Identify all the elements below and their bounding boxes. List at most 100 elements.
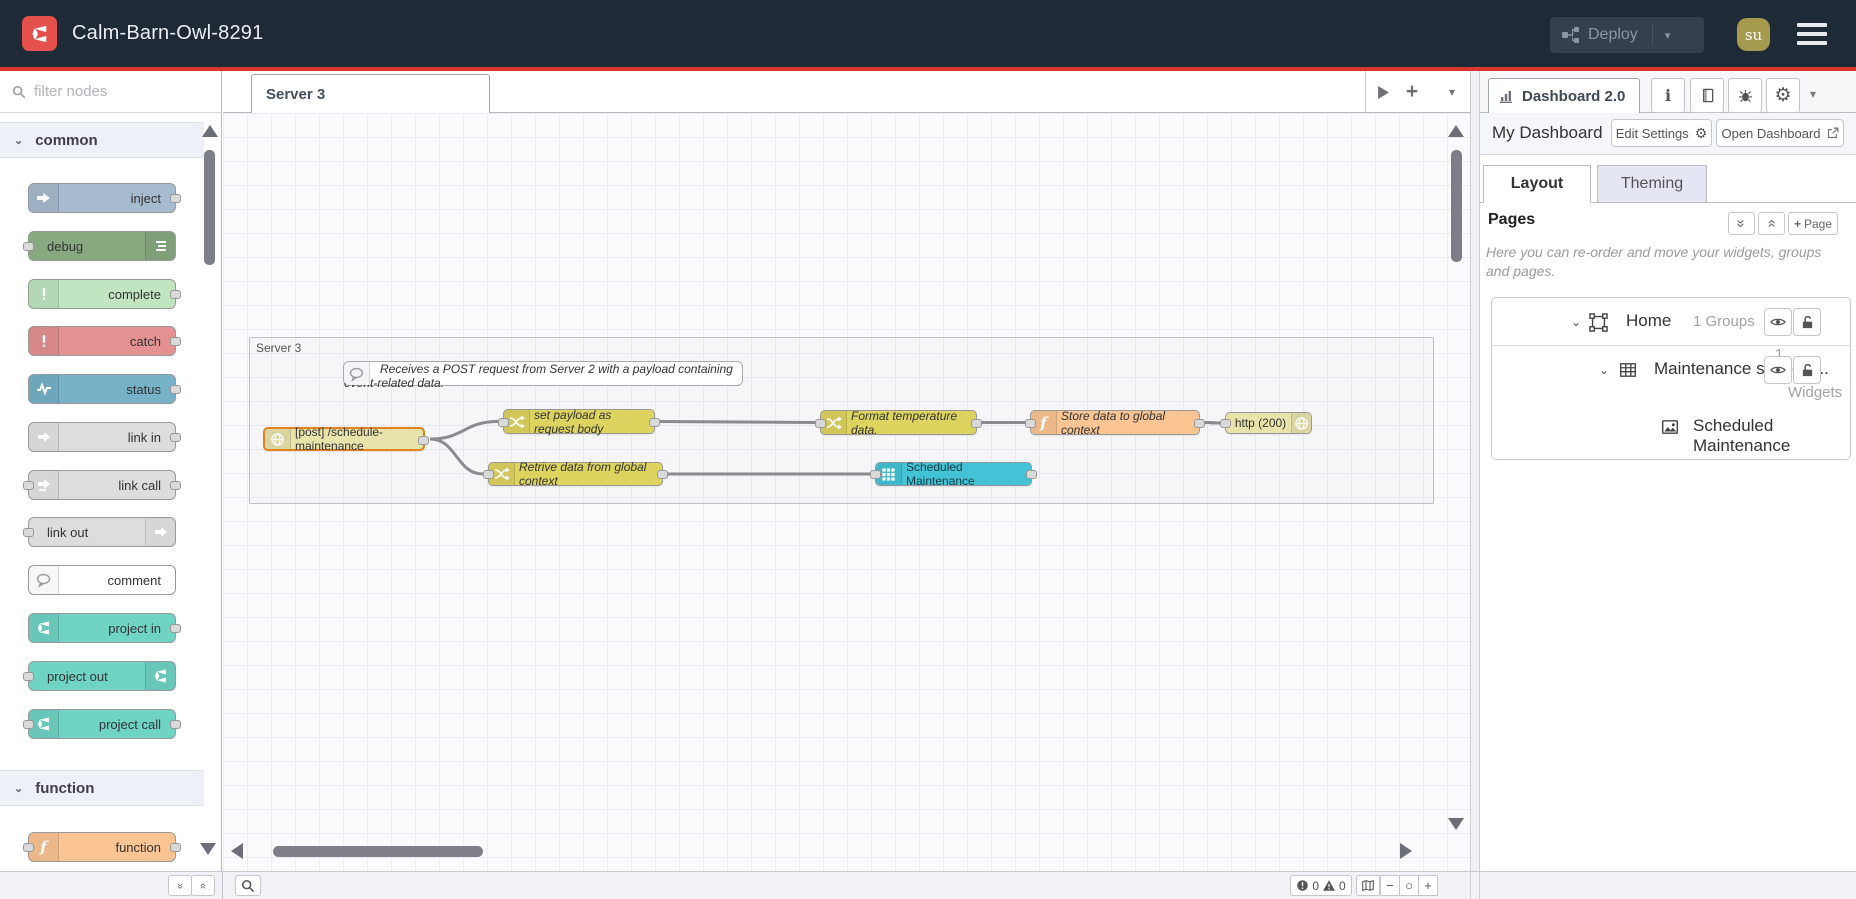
tab-list-caret[interactable]: ▾: [1439, 79, 1465, 105]
deploy-options-caret[interactable]: ▾: [1651, 24, 1670, 46]
output-port[interactable]: [170, 194, 181, 203]
output-port[interactable]: [1194, 419, 1205, 428]
output-port[interactable]: [170, 624, 181, 633]
notification-counts[interactable]: 0 0: [1290, 875, 1352, 896]
input-port[interactable]: [23, 672, 34, 681]
settings-tab-button[interactable]: ⚙: [1766, 78, 1800, 113]
add-tab-button[interactable]: +: [1399, 79, 1425, 105]
input-port[interactable]: [870, 470, 881, 479]
palette-node-link-out[interactable]: link out: [23, 517, 176, 547]
flow-canvas[interactable]: Server 3 Receives a POST request from Se…: [223, 113, 1470, 871]
minimap-button[interactable]: [1356, 875, 1380, 896]
tab-layout[interactable]: Layout: [1483, 165, 1591, 203]
chevron-down-icon[interactable]: ⌄: [1571, 315, 1581, 329]
zoom-in-button[interactable]: +: [1418, 875, 1438, 896]
canvas-horizontal-scrollbar[interactable]: [273, 846, 483, 857]
flow-node-store[interactable]: f Store data to global context: [1025, 409, 1205, 437]
wire-post-to-retrive[interactable]: [429, 437, 484, 476]
output-port[interactable]: [649, 418, 660, 427]
wire-store-to-http[interactable]: [1204, 421, 1221, 425]
input-port[interactable]: [1220, 419, 1231, 428]
canvas-search-button[interactable]: [235, 875, 261, 896]
input-port[interactable]: [23, 242, 34, 251]
palette-node-project-in[interactable]: project in: [28, 613, 181, 643]
open-dashboard-button[interactable]: Open Dashboard: [1716, 119, 1844, 147]
input-port[interactable]: [23, 843, 34, 852]
info-tab-button[interactable]: i: [1651, 78, 1685, 113]
input-port[interactable]: [1025, 419, 1036, 428]
input-port[interactable]: [483, 470, 494, 479]
zoom-reset-button[interactable]: ○: [1399, 875, 1419, 896]
canvas-scroll-down-icon[interactable]: [1448, 818, 1464, 830]
next-tab-button[interactable]: [1370, 79, 1396, 105]
canvas-scroll-up-icon[interactable]: [1448, 125, 1464, 137]
unlock-button[interactable]: [1793, 356, 1821, 384]
palette-scrollbar[interactable]: [204, 150, 215, 265]
palette-node-catch[interactable]: catch: [28, 326, 181, 356]
deploy-button[interactable]: Deploy ▾: [1550, 17, 1704, 53]
flow-node-retrive[interactable]: Retrive data from global context: [483, 460, 668, 488]
palette-node-project-call[interactable]: project call: [23, 709, 181, 739]
output-port[interactable]: [418, 436, 429, 445]
output-port[interactable]: [170, 385, 181, 394]
help-tab-button[interactable]: [1690, 78, 1724, 113]
zoom-out-button[interactable]: −: [1380, 875, 1400, 896]
palette-section-function[interactable]: ⌄ function: [0, 770, 204, 806]
output-port[interactable]: [170, 337, 181, 346]
main-menu-button[interactable]: [1797, 23, 1827, 45]
tab-theming[interactable]: Theming: [1597, 165, 1707, 203]
workspace-tab-server3[interactable]: Server 3: [251, 74, 490, 114]
input-port[interactable]: [23, 720, 34, 729]
canvas-scroll-right-icon[interactable]: [1400, 843, 1412, 859]
palette-node-link-in[interactable]: link in: [28, 422, 181, 452]
canvas-scroll-left-icon[interactable]: [231, 843, 243, 859]
palette-node-inject[interactable]: inject: [28, 183, 181, 213]
palette-node-comment[interactable]: comment: [28, 565, 176, 595]
visibility-toggle-button[interactable]: [1764, 308, 1792, 336]
flow-node-format[interactable]: Format temperature data.: [815, 409, 982, 437]
user-avatar[interactable]: su: [1737, 18, 1770, 51]
output-port[interactable]: [170, 843, 181, 852]
chevron-down-icon[interactable]: ⌄: [1599, 363, 1609, 377]
palette-section-common[interactable]: ⌄ common: [0, 122, 204, 158]
canvas-vertical-scrollbar[interactable]: [1451, 150, 1462, 262]
unlock-button[interactable]: [1793, 308, 1821, 336]
palette-node-status[interactable]: status: [28, 374, 181, 404]
palette-expand-all-button[interactable]: »: [191, 875, 215, 896]
wire-set-to-format[interactable]: [659, 420, 816, 424]
palette-scroll-up-icon[interactable]: [202, 125, 218, 137]
output-port[interactable]: [1026, 470, 1037, 479]
tree-row-home[interactable]: ⌄ Home 1 Groups: [1492, 298, 1850, 346]
input-port[interactable]: [23, 481, 34, 490]
visibility-toggle-button[interactable]: [1764, 356, 1792, 384]
output-port[interactable]: [170, 433, 181, 442]
input-port[interactable]: [815, 419, 826, 428]
output-port[interactable]: [170, 720, 181, 729]
flow-node-post[interactable]: [post] /schedule-maintenance: [263, 425, 429, 453]
output-port[interactable]: [170, 290, 181, 299]
input-port[interactable]: [23, 528, 34, 537]
palette-collapse-all-button[interactable]: »: [168, 875, 192, 896]
sidebar-tab-dashboard[interactable]: Dashboard 2.0: [1488, 78, 1640, 113]
debug-tab-button[interactable]: [1728, 78, 1762, 113]
output-port[interactable]: [971, 419, 982, 428]
collapse-all-button[interactable]: »: [1728, 212, 1755, 235]
expand-all-button[interactable]: »: [1758, 212, 1785, 235]
flow-node-set[interactable]: set payload as request body: [498, 408, 660, 436]
flow-node-http[interactable]: http (200): [1220, 412, 1312, 434]
output-port[interactable]: [170, 481, 181, 490]
output-port[interactable]: [657, 470, 668, 479]
palette-node-debug[interactable]: debug: [23, 231, 176, 261]
palette-node-link-call[interactable]: link call: [23, 470, 181, 500]
flow-node-table[interactable]: Scheduled Maintenance: [870, 460, 1037, 488]
flow-node-comment[interactable]: Receives a POST request from Server 2 wi…: [343, 361, 743, 390]
palette-node-function[interactable]: f function: [23, 832, 181, 862]
sidebar-resize-handle[interactable]: [1470, 71, 1480, 871]
palette-node-project-out[interactable]: project out: [23, 661, 176, 691]
sidebar-tabs-caret[interactable]: ▾: [1810, 87, 1816, 101]
palette-filter-input[interactable]: filter nodes: [0, 71, 221, 113]
palette-node-complete[interactable]: complete: [28, 279, 181, 309]
edit-settings-button[interactable]: Edit Settings ⚙: [1611, 119, 1712, 147]
wire-post-to-set[interactable]: [429, 420, 499, 441]
palette-scroll-down-icon[interactable]: [200, 843, 216, 855]
